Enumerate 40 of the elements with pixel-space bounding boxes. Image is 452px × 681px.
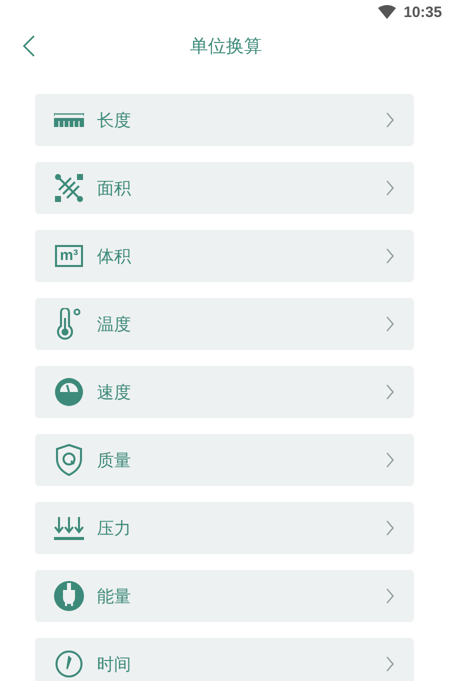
unit-category-item[interactable]: 长度 [35,94,414,146]
shield-icon [56,444,82,476]
page-title: 单位换算 [190,35,262,58]
status-time: 10:35 [404,4,442,20]
diagonal-area-icon [55,174,83,202]
chevron-icon [386,384,394,400]
unit-category-item[interactable]: 温度 [35,298,414,350]
ruler-icon [54,113,84,127]
wifi-icon [378,5,396,19]
category-label: 时间 [97,654,132,676]
unit-category-item[interactable]: 压力 [35,502,414,554]
chevron-icon [386,520,394,536]
clock-icon [55,650,83,678]
chevron-icon [386,452,394,468]
category-label: 体积 [97,246,132,268]
category-label: 面积 [97,178,132,200]
category-label: 速度 [97,382,132,404]
plug-icon [54,581,84,611]
chevron-icon [386,112,394,128]
unit-category-item[interactable]: 速度 [35,366,414,418]
unit-category-item[interactable]: 面积 [35,162,414,214]
category-label: 质量 [97,450,132,472]
thermometer-icon [55,308,83,340]
chevron-icon [386,180,394,196]
back-icon[interactable] [22,34,36,58]
unit-category-item[interactable]: 能量 [35,570,414,622]
chevron-icon [386,248,394,264]
chevron-icon [386,656,394,672]
unit-category-item[interactable]: m³ 体积 [35,230,414,282]
chevron-icon [386,316,394,332]
pressure-icon [54,515,84,541]
chevron-icon [386,588,394,604]
unit-category-item[interactable]: 质量 [35,434,414,486]
category-label: 压力 [97,518,132,540]
category-label: 温度 [97,314,132,336]
gauge-icon [55,378,83,406]
cubic-meter-icon: m³ [54,245,84,267]
unit-category-item[interactable]: 时间 [35,638,414,681]
category-label: 长度 [97,110,132,132]
category-label: 能量 [97,586,132,608]
